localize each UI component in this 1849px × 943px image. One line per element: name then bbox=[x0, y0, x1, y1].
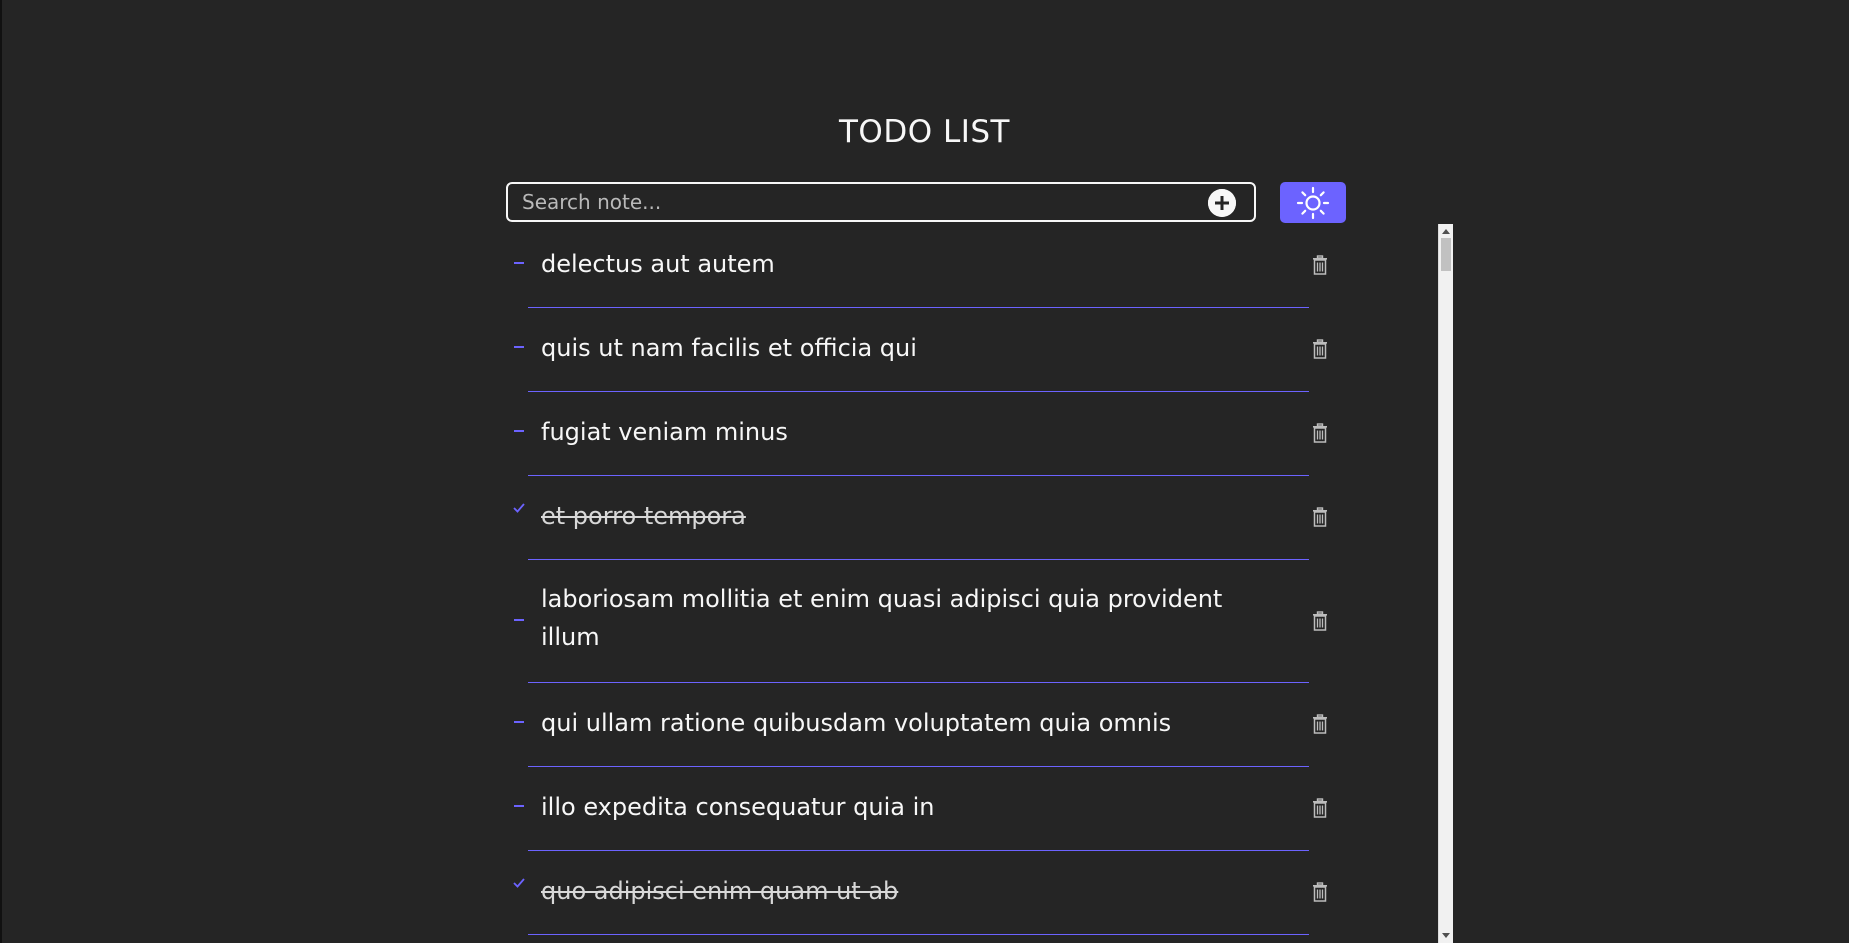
todo-toggle[interactable] bbox=[512, 340, 526, 354]
todo-item: illo expedita consequatur quia in bbox=[506, 767, 1327, 851]
todo-toggle[interactable] bbox=[512, 256, 526, 270]
todo-toggle[interactable] bbox=[512, 799, 526, 813]
item-divider bbox=[528, 934, 1309, 935]
todo-text: fugiat veniam minus bbox=[541, 418, 788, 446]
todo-toggle[interactable] bbox=[512, 715, 526, 729]
delete-button[interactable] bbox=[1310, 881, 1330, 903]
scroll-down-icon[interactable] bbox=[1442, 933, 1450, 938]
dash-icon bbox=[514, 430, 524, 432]
todo-item: qui ullam ratione quibusdam voluptatem q… bbox=[506, 683, 1327, 767]
trash-icon bbox=[1313, 339, 1327, 359]
todo-app: TODO LIST Search note... delectus aut au… bbox=[0, 0, 1849, 943]
todo-text: quis ut nam facilis et officia qui bbox=[541, 334, 917, 362]
trash-icon bbox=[1313, 255, 1327, 275]
list-scrollbar[interactable] bbox=[1438, 224, 1453, 943]
todo-item: quis ut nam facilis et officia qui bbox=[506, 308, 1327, 392]
dash-icon bbox=[514, 262, 524, 264]
delete-button[interactable] bbox=[1310, 254, 1330, 276]
scroll-up-icon[interactable] bbox=[1442, 229, 1450, 234]
todo-text: illo expedita consequatur quia in bbox=[541, 793, 935, 821]
todo-toggle[interactable] bbox=[512, 613, 526, 627]
delete-button[interactable] bbox=[1310, 338, 1330, 360]
trash-icon bbox=[1313, 423, 1327, 443]
todo-list-container: delectus aut autem quis ut nam facilis e… bbox=[506, 224, 1453, 943]
delete-button[interactable] bbox=[1310, 506, 1330, 528]
trash-icon bbox=[1313, 798, 1327, 818]
todo-list: delectus aut autem quis ut nam facilis e… bbox=[506, 224, 1327, 935]
trash-icon bbox=[1313, 882, 1327, 902]
delete-button[interactable] bbox=[1310, 610, 1330, 632]
todo-toggle[interactable] bbox=[512, 424, 526, 438]
checkmark-icon bbox=[513, 503, 525, 513]
dash-icon bbox=[514, 619, 524, 621]
theme-toggle-button[interactable] bbox=[1280, 182, 1346, 223]
scroll-thumb[interactable] bbox=[1441, 238, 1451, 271]
todo-text: quo adipisci enim quam ut ab bbox=[541, 877, 899, 905]
search-input[interactable] bbox=[522, 184, 1202, 220]
checkmark-icon bbox=[513, 878, 525, 888]
dash-icon bbox=[514, 721, 524, 723]
add-note-button[interactable] bbox=[1208, 189, 1236, 217]
todo-text: laboriosam mollitia et enim quasi adipis… bbox=[541, 585, 1223, 651]
todo-toggle[interactable] bbox=[512, 501, 526, 515]
trash-icon bbox=[1313, 507, 1327, 527]
dash-icon bbox=[514, 346, 524, 348]
search-box bbox=[506, 182, 1256, 222]
todo-item: quo adipisci enim quam ut ab bbox=[506, 851, 1327, 935]
sun-icon bbox=[1296, 186, 1330, 219]
todo-text: et porro tempora bbox=[541, 502, 746, 530]
delete-button[interactable] bbox=[1310, 422, 1330, 444]
todo-toggle[interactable] bbox=[512, 876, 526, 890]
page-title: TODO LIST bbox=[839, 114, 1010, 150]
trash-icon bbox=[1313, 714, 1327, 734]
todo-text: qui ullam ratione quibusdam voluptatem q… bbox=[541, 709, 1172, 737]
trash-icon bbox=[1313, 611, 1327, 631]
todo-item: fugiat veniam minus bbox=[506, 392, 1327, 476]
dash-icon bbox=[514, 805, 524, 807]
todo-item: et porro tempora bbox=[506, 476, 1327, 560]
plus-circle-icon bbox=[1208, 189, 1236, 217]
delete-button[interactable] bbox=[1310, 797, 1330, 819]
delete-button[interactable] bbox=[1310, 713, 1330, 735]
todo-text: delectus aut autem bbox=[541, 250, 775, 278]
todo-item: delectus aut autem bbox=[506, 224, 1327, 308]
todo-item: laboriosam mollitia et enim quasi adipis… bbox=[506, 560, 1327, 683]
